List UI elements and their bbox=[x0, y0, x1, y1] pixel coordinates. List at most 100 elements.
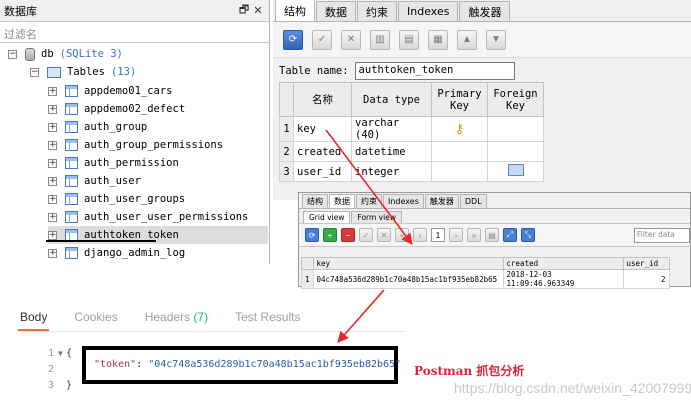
column-header-datatype[interactable]: Data type bbox=[351, 82, 432, 117]
filter-input[interactable]: 过滤名 bbox=[0, 23, 269, 43]
tab-data[interactable]: 数据 bbox=[329, 194, 355, 208]
tab-form-view[interactable]: Form view bbox=[351, 211, 402, 223]
tree-table-item[interactable]: + auth_permission bbox=[48, 154, 179, 172]
column-name-cell[interactable]: created bbox=[293, 141, 352, 162]
column-name-cell[interactable]: user_id bbox=[293, 161, 352, 182]
tab-triggers[interactable]: 触发器 bbox=[424, 194, 459, 208]
close-icon[interactable]: ✕ bbox=[251, 4, 265, 17]
move-down-button[interactable]: ▼ bbox=[486, 29, 506, 50]
tree-table-item[interactable]: + appdemo01_cars bbox=[48, 82, 173, 100]
move-up-button[interactable]: ▲ bbox=[457, 29, 477, 50]
column-name-cell[interactable]: key bbox=[293, 116, 352, 142]
commit-button[interactable]: ✓ bbox=[359, 228, 373, 242]
tab-structure[interactable]: 结构 bbox=[302, 194, 328, 208]
foreign-key-icon bbox=[507, 164, 524, 176]
tab-indexes[interactable]: Indexes bbox=[398, 1, 459, 21]
commit-button[interactable]: ✓ bbox=[312, 29, 332, 50]
prev-page-button[interactable]: ‹ bbox=[413, 228, 427, 242]
tab-headers[interactable]: Headers (7) bbox=[145, 310, 208, 324]
delete-row-button[interactable]: − bbox=[341, 228, 355, 242]
tree-table-item[interactable]: + auth_user bbox=[48, 172, 141, 190]
tree-table-item[interactable]: + auth_group_permissions bbox=[48, 136, 223, 154]
table-name-input[interactable]: authtoken_token bbox=[354, 62, 515, 80]
column-header-created[interactable]: created bbox=[502, 257, 624, 270]
tab-indexes[interactable]: Indexes bbox=[383, 194, 424, 208]
fold-icon[interactable]: ▼ bbox=[58, 349, 63, 358]
table-row[interactable]: 2 created datetime bbox=[279, 141, 544, 162]
tree-table-item[interactable]: + auth_user_user_permissions bbox=[48, 208, 248, 226]
expand-icon[interactable]: + bbox=[48, 158, 57, 168]
expand-icon[interactable]: + bbox=[48, 212, 57, 222]
tab-constraints[interactable]: 约束 bbox=[356, 194, 382, 208]
close-brace: } bbox=[66, 380, 73, 391]
expand-icon[interactable]: + bbox=[48, 104, 57, 114]
table-name: auth_user bbox=[84, 175, 141, 187]
last-page-button[interactable]: » bbox=[467, 228, 481, 242]
key-cell[interactable]: 04c748a536d289b1c70a48b15ac1bf935eb82b65 bbox=[312, 269, 504, 289]
column-header-foreign-key[interactable]: Foreign Key bbox=[487, 82, 544, 117]
expand-icon[interactable]: + bbox=[48, 122, 57, 132]
rollback-button[interactable]: ✕ bbox=[341, 29, 361, 50]
next-page-button[interactable]: › bbox=[449, 228, 463, 242]
tree-table-item[interactable]: + auth_group bbox=[48, 118, 147, 136]
watermark: https://blog.csdn.net/weixin_42007999 bbox=[454, 380, 691, 396]
expand-icon[interactable]: + bbox=[48, 176, 57, 186]
headers-count: (7) bbox=[193, 309, 209, 324]
data-type-cell[interactable]: datetime bbox=[351, 141, 432, 162]
refresh-button[interactable]: ⟳ bbox=[305, 228, 319, 242]
data-type-cell[interactable]: integer bbox=[351, 161, 432, 182]
collapse-icon[interactable]: − bbox=[30, 67, 39, 77]
tab-grid-view[interactable]: Grid view bbox=[303, 211, 351, 223]
expand-icon[interactable]: + bbox=[48, 230, 57, 240]
edit-column-button[interactable]: ▤ bbox=[399, 29, 419, 50]
refresh-button[interactable]: ⟳ bbox=[283, 29, 303, 50]
collapse-button[interactable]: ⤡ bbox=[521, 228, 535, 242]
tree-db-node[interactable]: − db (SQLite 3) bbox=[8, 45, 123, 63]
tab-cookies[interactable]: Cookies bbox=[74, 310, 117, 324]
tree-table-item[interactable]: + appdemo02_defect bbox=[48, 100, 185, 118]
tab-triggers[interactable]: 触发器 bbox=[459, 1, 511, 21]
table-row[interactable]: 1 04c748a536d289b1c70a48b15ac1bf935eb82b… bbox=[301, 269, 670, 289]
delete-column-button[interactable]: ▦ bbox=[428, 29, 448, 50]
table-name-row: Table name: authtoken_token bbox=[279, 62, 515, 80]
float-window-icon[interactable]: 🗗 bbox=[237, 1, 251, 20]
tab-headers-label: Headers bbox=[144, 309, 191, 324]
tree-table-item[interactable]: + auth_user_groups bbox=[48, 190, 185, 208]
structure-grid-header: 名称 Data type Primary Key Foreign Key bbox=[279, 82, 544, 117]
tab-structure[interactable]: 结构 bbox=[275, 0, 315, 21]
expand-icon[interactable]: + bbox=[48, 248, 57, 258]
add-column-button[interactable]: ▥ bbox=[370, 29, 390, 50]
table-row[interactable]: 1 key varchar (40) ⚷ bbox=[279, 116, 544, 142]
print-button[interactable]: ▤ bbox=[485, 228, 499, 242]
line-number: 1 bbox=[47, 348, 54, 359]
insert-row-button[interactable]: + bbox=[323, 228, 337, 242]
tab-test-results[interactable]: Test Results bbox=[235, 310, 300, 324]
table-icon bbox=[65, 121, 78, 133]
tree-tables-node[interactable]: − Tables (13) bbox=[30, 63, 136, 81]
expand-button[interactable]: ⤢ bbox=[503, 228, 517, 242]
filter-data-input[interactable]: Filter data bbox=[634, 227, 690, 243]
first-page-button[interactable]: « bbox=[395, 228, 409, 242]
column-header-name[interactable]: 名称 bbox=[293, 82, 352, 117]
tab-ddl[interactable]: DDL bbox=[459, 194, 487, 208]
table-icon bbox=[65, 139, 78, 151]
column-header-primary-key[interactable]: Primary Key bbox=[431, 82, 488, 117]
column-header-key[interactable]: key bbox=[312, 257, 504, 270]
expand-icon[interactable]: + bbox=[48, 140, 57, 150]
database-panel: 数据库 🗗 ✕ 过滤名 − db (SQLite 3) − Tables (13… bbox=[0, 0, 270, 264]
tab-body[interactable]: Body bbox=[17, 304, 50, 331]
table-icon bbox=[65, 103, 78, 115]
collapse-icon[interactable]: − bbox=[8, 49, 17, 59]
tab-constraints[interactable]: 约束 bbox=[357, 1, 397, 21]
page-number-input[interactable]: 1 bbox=[431, 228, 445, 242]
table-row[interactable]: 3 user_id integer bbox=[279, 161, 544, 182]
created-cell[interactable]: 2018-12-03 11:09:46.963349 bbox=[502, 269, 624, 289]
data-type-cell[interactable]: varchar (40) bbox=[351, 116, 432, 142]
expand-icon[interactable]: + bbox=[48, 194, 57, 204]
user-id-cell[interactable]: 2 bbox=[622, 269, 670, 289]
column-header-user-id[interactable]: user_id bbox=[622, 257, 670, 270]
expand-icon[interactable]: + bbox=[48, 86, 57, 96]
tree-table-item[interactable]: + django_admin_log bbox=[48, 244, 185, 262]
tab-data[interactable]: 数据 bbox=[316, 1, 356, 21]
rollback-button[interactable]: ✕ bbox=[377, 228, 391, 242]
